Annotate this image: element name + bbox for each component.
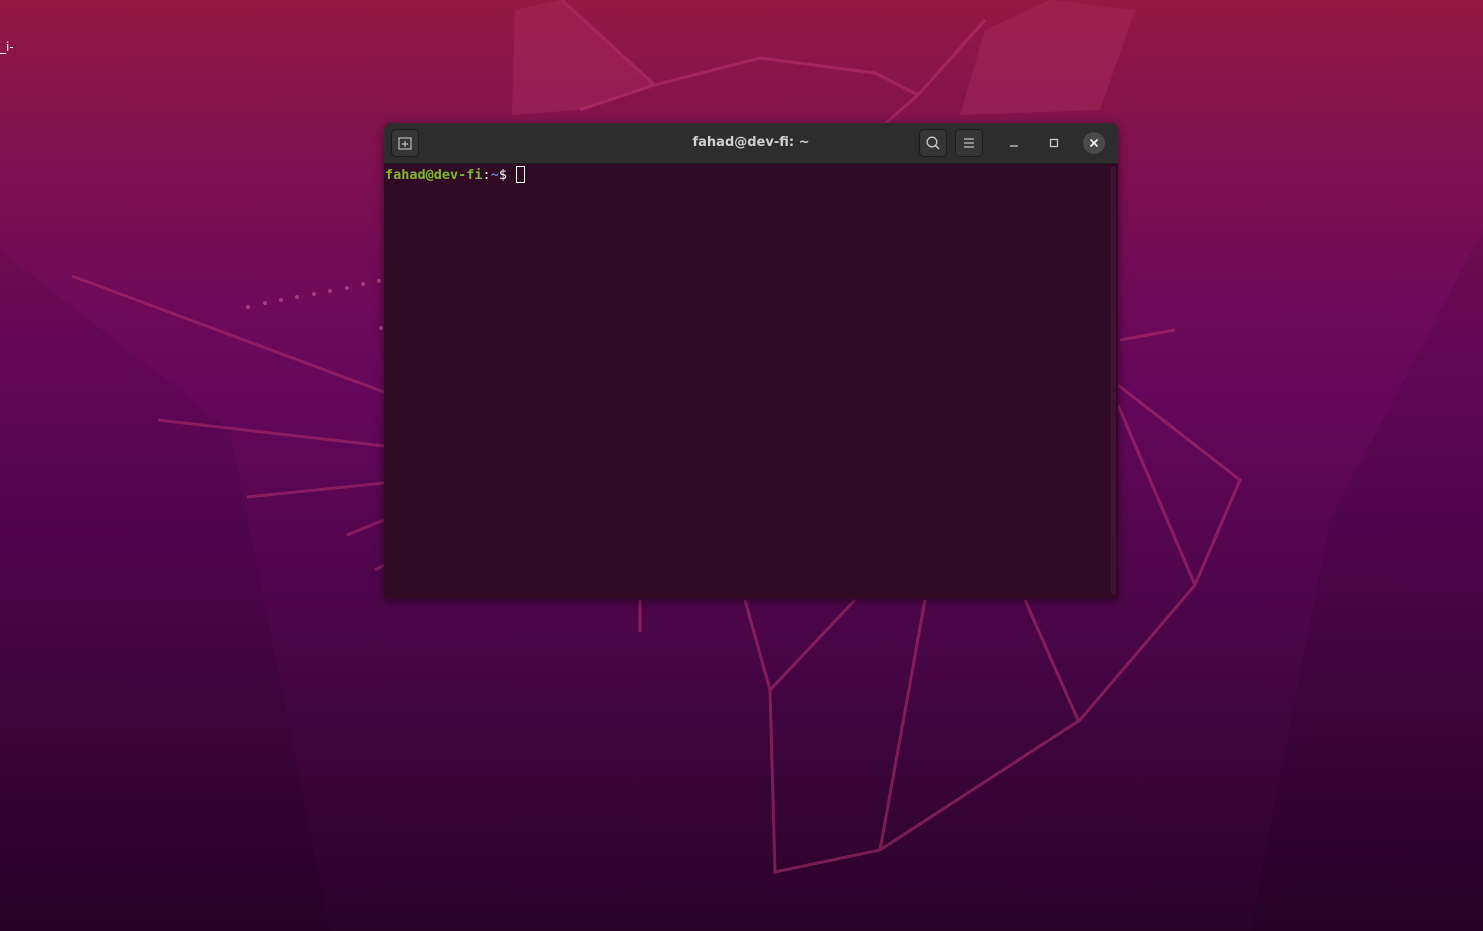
text-cursor xyxy=(516,166,526,183)
search-icon xyxy=(926,136,940,150)
prompt-user-host: fahad@dev-fi xyxy=(385,167,483,183)
close-icon xyxy=(1089,138,1099,148)
scrollbar[interactable] xyxy=(1111,166,1116,595)
desktop-corner-label: _i- xyxy=(0,40,14,54)
new-tab-button[interactable] xyxy=(391,129,419,157)
terminal-output[interactable]: fahad@dev-fi:~$ xyxy=(384,164,1110,599)
minimize-icon xyxy=(1010,145,1018,147)
menu-button[interactable] xyxy=(955,129,983,157)
maximize-button[interactable] xyxy=(1043,132,1065,154)
window-titlebar[interactable]: fahad@dev-fi: ~ xyxy=(384,123,1118,164)
new-tab-icon xyxy=(398,137,412,150)
maximize-icon xyxy=(1049,138,1059,148)
hamburger-menu-icon xyxy=(964,138,974,148)
prompt-path: ~ xyxy=(490,167,499,183)
prompt-symbol: $ xyxy=(498,167,516,183)
close-button[interactable] xyxy=(1083,132,1105,154)
terminal-window[interactable]: fahad@dev-fi: ~ fahad@dev-fi:~$ xyxy=(384,123,1118,599)
search-button[interactable] xyxy=(919,129,947,157)
minimize-button[interactable] xyxy=(1003,132,1025,154)
prompt-colon: : xyxy=(482,167,491,183)
